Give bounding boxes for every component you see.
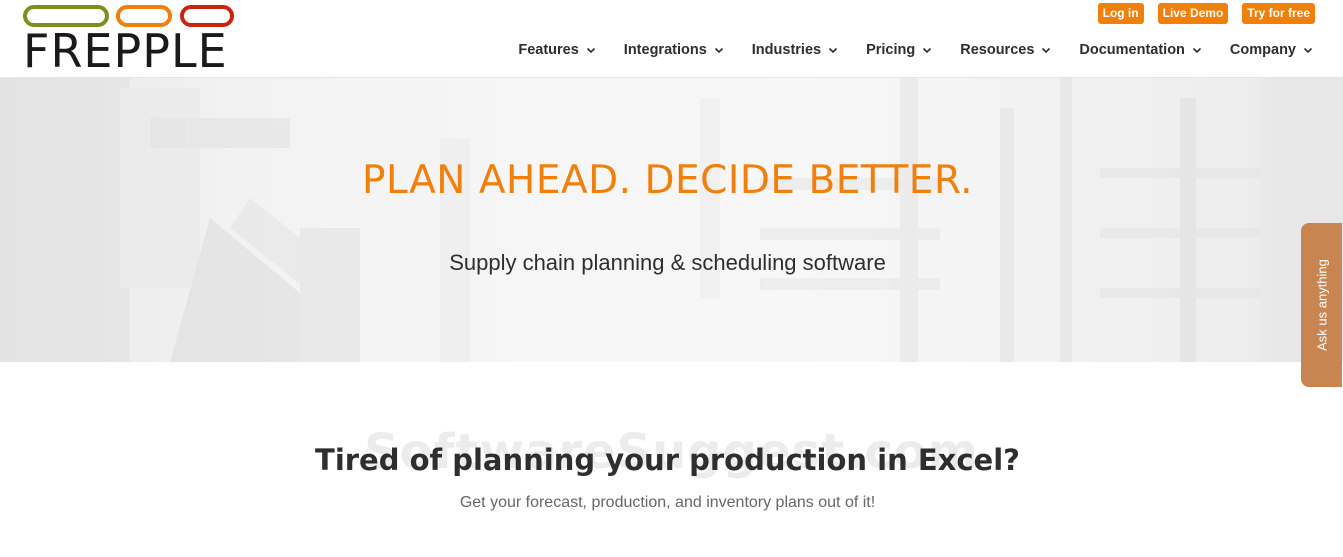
nav-item-integrations[interactable]: Integrations <box>624 40 724 60</box>
hero-overlay <box>0 78 1343 362</box>
chevron-down-icon <box>714 45 724 55</box>
section-title: Tired of planning your production in Exc… <box>315 443 1020 477</box>
main-nav: Features Integrations Industries Pricing… <box>518 40 1313 60</box>
chevron-down-icon <box>1041 45 1051 55</box>
hero-banner: PLAN AHEAD. DECIDE BETTER. Supply chain … <box>0 78 1343 362</box>
nav-label: Resources <box>960 42 1035 58</box>
nav-label: Company <box>1229 42 1296 58</box>
chevron-down-icon <box>1303 45 1313 55</box>
try-for-free-button[interactable]: Try for free <box>1242 3 1315 24</box>
nav-item-features[interactable]: Features <box>518 40 595 60</box>
nav-item-pricing[interactable]: Pricing <box>866 40 932 60</box>
site-header: FREPPLE Log in Live Demo Try for free Fe… <box>0 0 1343 78</box>
login-button[interactable]: Log in <box>1097 3 1144 24</box>
chevron-down-icon <box>828 45 838 55</box>
live-demo-button[interactable]: Live Demo <box>1157 3 1229 24</box>
nav-item-documentation[interactable]: Documentation <box>1079 40 1202 60</box>
nav-item-company[interactable]: Company <box>1230 40 1313 60</box>
nav-label: Documentation <box>1079 42 1185 58</box>
ask-tab-label: Ask us anything <box>1314 259 1329 351</box>
ask-us-anything-tab[interactable]: Ask us anything <box>1301 223 1342 387</box>
chevron-down-icon <box>1192 45 1202 55</box>
section-subtitle: Get your forecast, production, and inven… <box>459 494 876 511</box>
nav-label: Industries <box>751 42 822 58</box>
chevron-down-icon <box>586 45 596 55</box>
nav-label: Pricing <box>866 42 916 58</box>
hero-title: PLAN AHEAD. DECIDE BETTER. <box>361 158 974 203</box>
logo-wordmark: FREPPLE <box>23 24 228 78</box>
nav-label: Integrations <box>623 42 707 58</box>
nav-item-resources[interactable]: Resources <box>960 40 1051 60</box>
top-actions: Log in Live Demo Try for free <box>1097 3 1315 24</box>
nav-label: Features <box>518 42 579 58</box>
hero-subtitle: Supply chain planning & scheduling softw… <box>449 250 886 275</box>
frepple-logo[interactable]: FREPPLE <box>22 4 236 74</box>
chevron-down-icon <box>922 45 932 55</box>
nav-item-industries[interactable]: Industries <box>752 40 838 60</box>
